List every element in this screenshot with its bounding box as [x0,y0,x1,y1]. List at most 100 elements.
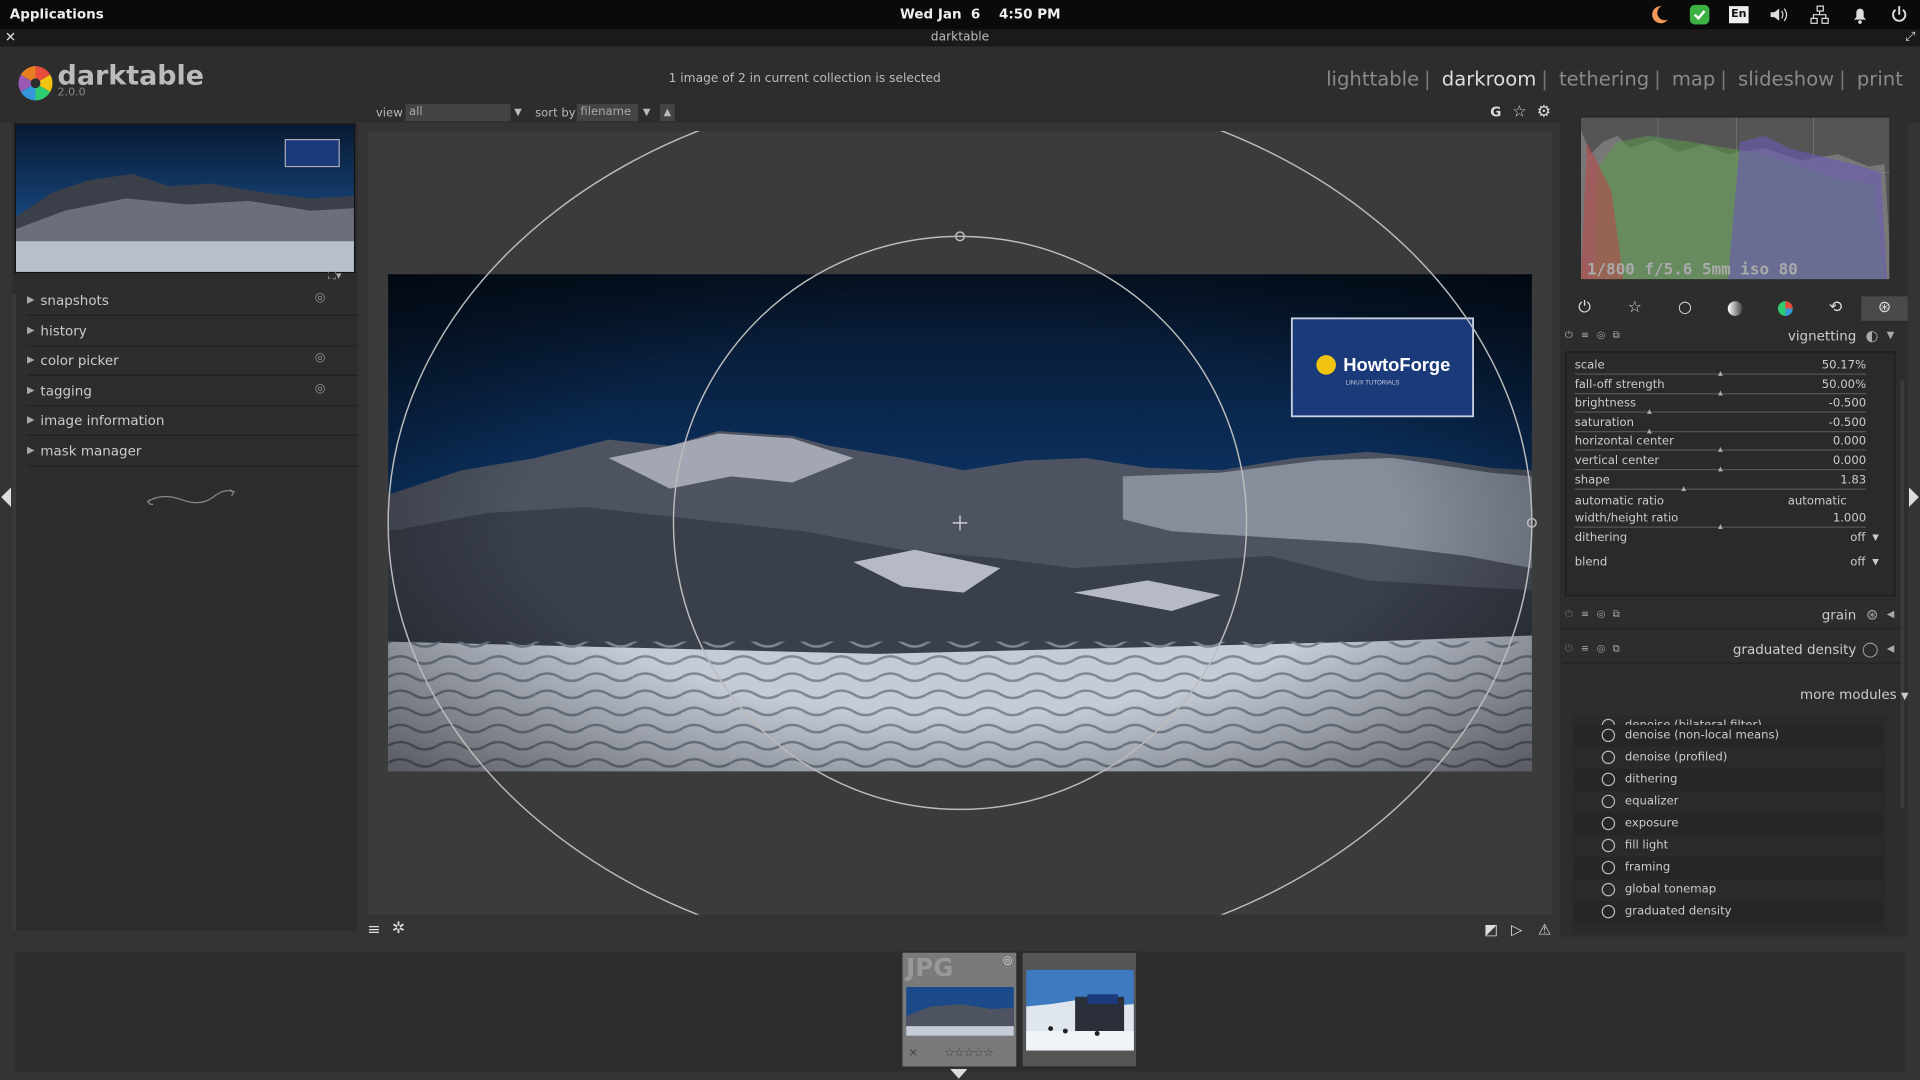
view-slideshow[interactable]: slideshow [1738,67,1834,90]
power-icon[interactable] [1888,4,1910,26]
slider-fall-off-strength[interactable]: fall-off strength 50.00% [1574,378,1867,398]
slider-knob[interactable] [1646,428,1652,434]
module-history[interactable]: ▶ history [26,317,358,347]
slider-knob[interactable] [1680,485,1686,491]
module-list-item[interactable]: framing [1574,857,1884,880]
collapse-right-panel-arrow[interactable] [1908,487,1919,507]
slider-shape[interactable]: shape 1.83 [1574,473,1867,493]
view-lighttable[interactable]: lighttable [1326,67,1419,90]
network-icon[interactable] [1809,4,1831,26]
correction-group-icon[interactable]: ⟲ [1822,296,1849,320]
collapse-left-panel-arrow[interactable] [1,487,12,507]
gear-icon[interactable]: ⚙ [1537,103,1551,121]
reset-icon[interactable]: ◎ [1597,643,1606,654]
module-list-item[interactable]: fill light [1575,835,1884,857]
module-list-item[interactable]: exposure [1574,813,1884,836]
module-list-item[interactable]: graduated density [1574,901,1884,924]
view-filter-select[interactable]: all [405,104,511,122]
darkroom-center-view[interactable]: HowtoForge LINUX TUTORIALS [367,131,1553,915]
left-scrollbar[interactable] [12,293,16,931]
module-color-picker[interactable]: ▶ color picker ◎ [26,347,358,376]
effects-group-icon[interactable]: ⊛ [1861,296,1908,321]
slider-vertical-center[interactable]: vertical center 0.000 [1574,454,1867,474]
slider-knob[interactable] [1646,409,1652,415]
slider-track[interactable] [1574,430,1867,432]
module-tagging[interactable]: ▶ tagging ◎ [26,377,358,407]
automatic-ratio-toggle[interactable]: automatic [1788,495,1847,508]
reset-icon[interactable]: ◎ [1597,329,1606,340]
view-darkroom[interactable]: darkroom [1442,67,1537,90]
instance-icon[interactable]: ⧉ [1613,329,1620,341]
chevron-down-icon[interactable]: ▼ [1872,557,1879,567]
module-list-item[interactable]: global tonemap [1575,879,1884,901]
slider-saturation[interactable]: saturation -0.500 [1574,416,1867,436]
power-icon[interactable]: ⏻ [1565,609,1573,621]
slider-track[interactable] [1574,488,1867,490]
module-list-item[interactable]: dithering [1574,768,1884,792]
navigation-thumbnail[interactable] [14,123,356,274]
blend-value[interactable]: off [1850,556,1865,569]
module-image-information[interactable]: ▶ image information [26,407,358,436]
clock[interactable]: Wed Jan 6 4:50 PM [900,6,1061,22]
active-modules-group-icon[interactable]: ⏻ [1571,296,1598,320]
slider-knob[interactable] [1717,390,1723,396]
module-vignetting-header[interactable]: ⏻ ≡ ◎ ⧉ vignetting ◐ ▼ [1562,323,1900,350]
module-grain-header[interactable]: ⏻ ≡ ◎ ⧉ grain ⊛ ◀ [1562,602,1901,630]
module-snapshots[interactable]: ▶ snapshots ◎ [26,287,358,316]
slider-knob[interactable] [1717,371,1723,376]
maximize-icon[interactable]: ⤢ [1905,29,1915,46]
reset-icon[interactable]: ◎ [315,291,326,304]
power-icon[interactable]: ⏻ [1565,329,1573,341]
styles-icon[interactable]: ✲ [392,920,405,938]
overexposure-icon[interactable]: ◩ [1484,921,1498,938]
slider-horizontal-center[interactable]: horizontal center 0.000 [1574,435,1867,455]
redshift-icon[interactable] [1648,4,1670,26]
module-mask-manager[interactable]: ▶ mask manager [26,437,358,467]
collapse-icon[interactable]: ▼ [1887,329,1895,340]
navigation-zoom-icon[interactable]: ⛶▾ [328,271,341,283]
blend-row[interactable]: blend off ▼ [1575,556,1884,571]
favorites-group-icon[interactable]: ☆ [1621,296,1648,320]
reset-icon[interactable]: ◎ [315,351,326,364]
right-scrollbar[interactable] [1900,379,1905,809]
sort-order-button[interactable]: ▲ [660,104,675,122]
color-group-icon[interactable] [1772,296,1799,320]
chevron-down-icon[interactable]: ▼ [1872,533,1879,543]
keyboard-layout-icon[interactable]: En [1728,6,1749,24]
presets-menu-icon[interactable]: ≡ [367,921,380,939]
slider-brightness[interactable]: brightness -0.500 [1574,397,1867,417]
filmstrip-thumb-selected[interactable]: JPG ◎ ✕ ☆☆☆☆☆ [901,951,1018,1068]
volume-icon[interactable] [1768,4,1790,26]
dithering-row[interactable]: dithering off ▼ [1575,531,1884,546]
tone-group-icon[interactable] [1722,296,1749,320]
close-icon[interactable]: ✕ [5,29,16,46]
instance-icon[interactable]: ⧉ [1613,609,1620,621]
reset-icon[interactable]: ◎ [315,382,326,395]
gamut-check-icon[interactable]: ⚠ [1538,921,1551,938]
presets-icon[interactable]: ≡ [1581,329,1589,340]
module-graduated-density-header[interactable]: ⏻ ≡ ◎ ⧉ graduated density ◯ ◀ [1562,637,1901,664]
chevron-down-icon[interactable]: ▼ [643,107,651,118]
view-tethering[interactable]: tethering [1559,67,1649,90]
applications-menu[interactable]: Applications [10,6,104,22]
presets-icon[interactable]: ≡ [1581,643,1589,654]
slider-knob[interactable] [1717,447,1723,453]
star-rating[interactable]: ☆☆☆☆☆ [944,1047,994,1060]
chevron-down-icon[interactable]: ▼ [514,107,522,118]
expand-icon[interactable]: ◀ [1887,643,1895,654]
module-list-item[interactable]: denoise (non-local means) [1574,724,1884,747]
reject-icon[interactable]: ✕ [909,1048,918,1060]
star-icon[interactable]: ☆ [1512,103,1526,121]
security-check-icon[interactable] [1689,4,1711,26]
instance-icon[interactable]: ⧉ [1613,643,1620,655]
slider-width-height-ratio[interactable]: width/height ratio 1.000 [1574,512,1867,532]
histogram[interactable] [1579,116,1891,281]
slider-knob[interactable] [1717,524,1723,529]
dithering-value[interactable]: off [1850,531,1865,544]
view-map[interactable]: map [1672,67,1716,90]
automatic-ratio-row[interactable]: automatic ratio automatic [1575,495,1866,510]
power-icon[interactable]: ⏻ [1565,643,1573,655]
expand-icon[interactable]: ◀ [1887,609,1895,620]
reset-icon[interactable]: ◎ [1597,609,1606,620]
grouping-button[interactable]: G [1490,104,1501,120]
